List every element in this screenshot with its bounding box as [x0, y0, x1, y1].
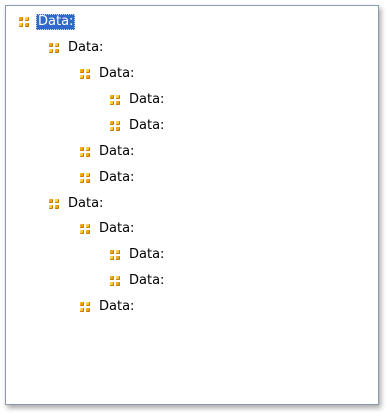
tree-node-label[interactable]: Data:	[97, 299, 136, 315]
tree-node[interactable]: Data:	[80, 143, 136, 161]
tree-node-label[interactable]: Data:	[127, 92, 166, 108]
tree-node-label[interactable]: Data:	[66, 40, 105, 56]
tree-node[interactable]: Data:	[19, 13, 76, 31]
tree-node-label[interactable]: Data:	[127, 118, 166, 134]
tree-node-icon	[110, 249, 121, 261]
tree-node[interactable]: Data:	[110, 272, 166, 290]
tree-node-label[interactable]: Data:	[97, 221, 136, 237]
tree-node-icon	[80, 68, 91, 80]
tree-node-label[interactable]: Data:	[127, 247, 166, 263]
tree-node-icon	[110, 94, 121, 106]
tree-node-icon	[80, 223, 91, 235]
tree-node-icon	[80, 146, 91, 158]
tree-node-icon	[80, 301, 91, 313]
tree-node-label[interactable]: Data:	[127, 273, 166, 289]
tree-node[interactable]: Data:	[80, 65, 136, 83]
tree-node[interactable]: Data:	[110, 246, 166, 264]
tree-node-label[interactable]: Data:	[97, 170, 136, 186]
tree-node-icon	[19, 16, 30, 28]
tree-node[interactable]: Data:	[110, 117, 166, 135]
tree-node-label[interactable]: Data:	[97, 144, 136, 160]
tree-node-icon	[110, 120, 121, 132]
tree-node-label[interactable]: Data:	[97, 66, 136, 82]
tree-node-icon	[49, 42, 60, 54]
tree-view[interactable]: Data: Data: Data: Data: Data: Data: Data…	[5, 5, 379, 405]
tree-node-icon	[110, 275, 121, 287]
tree-node-icon	[80, 172, 91, 184]
tree-node-label[interactable]: Data:	[36, 14, 76, 30]
tree-node[interactable]: Data:	[110, 91, 166, 109]
tree-node[interactable]: Data:	[80, 169, 136, 187]
tree-node[interactable]: Data:	[49, 195, 105, 213]
tree-node[interactable]: Data:	[80, 298, 136, 316]
tree-node[interactable]: Data:	[80, 220, 136, 238]
tree-node-icon	[49, 198, 60, 210]
tree-node-label[interactable]: Data:	[66, 196, 105, 212]
tree-node[interactable]: Data:	[49, 39, 105, 57]
